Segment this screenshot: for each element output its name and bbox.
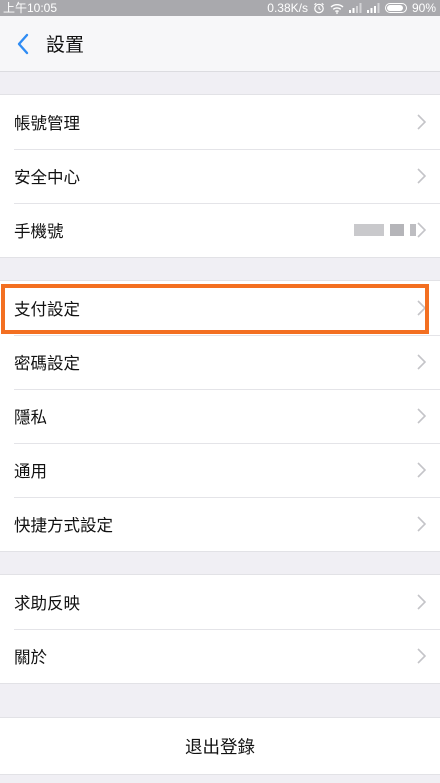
row-label: 快捷方式設定 [14, 516, 113, 535]
battery-percent: 90% [411, 1, 436, 15]
network-speed: 0.38K/s [267, 1, 308, 15]
row-label: 密碼設定 [14, 354, 80, 373]
chevron-left-icon [17, 33, 29, 54]
chevron-right-icon [417, 516, 426, 532]
row-label: 關於 [14, 648, 47, 667]
status-bar: 上午10:05 0.38K/s 90% [0, 0, 440, 16]
status-time: 上午10:05 [3, 1, 58, 15]
mask-block [390, 224, 404, 236]
row-label: 安全中心 [14, 168, 80, 187]
logout-label: 退出登錄 [185, 737, 255, 758]
row-label: 手機號 [14, 222, 64, 241]
chevron-right-icon [417, 300, 426, 316]
mask-block [410, 224, 416, 236]
signal-icon [366, 3, 380, 13]
row-general[interactable]: 通用 [0, 443, 440, 497]
mask-block [354, 224, 384, 236]
masked-phone-value [354, 224, 416, 236]
back-button[interactable] [0, 16, 46, 72]
row-privacy[interactable]: 隱私 [0, 389, 440, 443]
row-account-management[interactable]: 帳號管理 [0, 95, 440, 149]
row-security-center[interactable]: 安全中心 [0, 149, 440, 203]
row-label: 支付設定 [14, 300, 80, 319]
page-title: 設置 [46, 34, 85, 56]
row-phone-number[interactable]: 手機號 [0, 203, 440, 257]
chevron-right-icon [417, 648, 426, 664]
battery-icon [384, 3, 407, 13]
row-label: 隱私 [14, 408, 47, 427]
row-shortcut-settings[interactable]: 快捷方式設定 [0, 497, 440, 551]
row-feedback[interactable]: 求助反映 [0, 575, 440, 629]
row-payment-settings[interactable]: 支付設定 [0, 281, 440, 335]
chevron-right-icon [417, 408, 426, 424]
logout-button[interactable]: 退出登錄 [0, 717, 440, 775]
alarm-icon [313, 2, 325, 14]
battery-fill [386, 5, 404, 11]
chevron-right-icon [417, 354, 426, 370]
row-label: 求助反映 [14, 594, 80, 613]
chevron-right-icon [417, 114, 426, 130]
row-password-settings[interactable]: 密碼設定 [0, 335, 440, 389]
signal-icon [348, 3, 362, 13]
row-about[interactable]: 關於 [0, 629, 440, 683]
wifi-icon [330, 3, 344, 14]
chevron-right-icon [417, 594, 426, 610]
status-icons: 0.38K/s 90% [267, 0, 436, 16]
settings-group-account: 帳號管理 安全中心 手機號 [0, 94, 440, 258]
settings-group-help: 求助反映 關於 [0, 574, 440, 684]
chevron-right-icon [417, 168, 426, 184]
chevron-right-icon [417, 222, 426, 238]
row-label: 帳號管理 [14, 114, 80, 133]
nav-bar: 設置 [0, 16, 440, 72]
chevron-right-icon [417, 462, 426, 478]
row-label: 通用 [14, 462, 47, 481]
settings-group-general: 支付設定 密碼設定 隱私 通用 快捷方式設定 [0, 280, 440, 552]
